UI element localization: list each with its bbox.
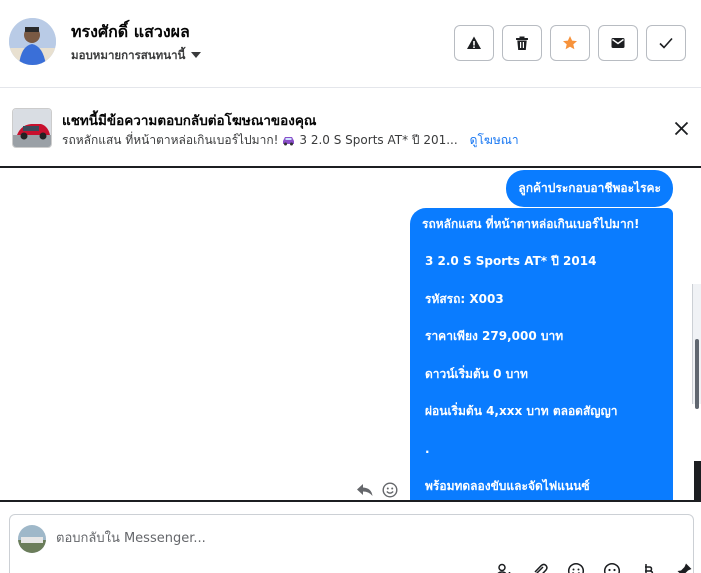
ad-subtitle-suffix: 3 2.0 S Sports AT* ปี 201... — [299, 133, 458, 147]
page-avatar — [18, 525, 46, 553]
delete-button[interactable] — [502, 25, 542, 61]
car-icon — [283, 137, 295, 146]
reply-input[interactable] — [56, 525, 576, 551]
add-person-icon — [497, 563, 511, 573]
ad-banner-title: แชทนี้มีข้อความตอบกลับต่อโฆษณาของคุณ — [62, 113, 317, 129]
message-thread[interactable]: ลูกค้าประกอบอาชีพอะไรคะ รถหลักแสน ที่หน้… — [0, 169, 701, 500]
smiley-icon — [603, 562, 621, 573]
composer-toolbar — [494, 561, 694, 573]
message-line: รหัสรถ: X003 — [425, 291, 504, 306]
star-icon — [563, 36, 577, 50]
header-actions — [454, 25, 686, 61]
reply-composer — [0, 502, 701, 573]
message-bubble[interactable]: รถหลักแสน ที่หน้าตาหล่อเกินเบอร์ไปมาก! 3… — [410, 208, 673, 500]
ad-subtitle-text: รถหลักแสน ที่หน้าตาหล่อเกินเบอร์ไปมาก! — [62, 133, 279, 147]
payment-button[interactable] — [638, 561, 658, 573]
conversation-header: ทรงศักดิ์ แสวงผล มอบหมายการสนทนานี้ — [0, 0, 701, 88]
caret-down-icon — [191, 52, 202, 58]
panel-edge — [694, 461, 701, 500]
pin-button[interactable] — [674, 561, 694, 573]
add-person-button[interactable] — [494, 561, 514, 573]
contact-avatar[interactable] — [9, 18, 56, 65]
mark-unread-button[interactable] — [598, 25, 638, 61]
message-line: 3 2.0 S Sports AT* ปี 2014 — [425, 254, 597, 268]
warning-icon — [467, 36, 481, 49]
emoji-button[interactable] — [566, 561, 586, 573]
check-icon — [659, 37, 673, 49]
message-line: พร้อมทดลองขับและจัดไฟแนนซ์ — [425, 479, 590, 493]
assign-label: มอบหมายการสนทนานี้ — [71, 48, 186, 62]
message-line: ราคาเพียง 279,000 บาท — [425, 329, 564, 343]
pin-icon — [677, 563, 692, 573]
ad-banner-subtitle: รถหลักแสน ที่หน้าตาหล่อเกินเบอร์ไปมาก! 3… — [62, 131, 519, 150]
mail-icon — [611, 38, 625, 48]
trash-icon — [516, 36, 528, 50]
baht-icon — [645, 564, 654, 573]
star-button[interactable] — [550, 25, 590, 61]
ad-thumbnail[interactable] — [12, 108, 52, 148]
thread-scrollbar[interactable] — [692, 284, 701, 409]
assign-conversation-dropdown[interactable]: มอบหมายการสนทนานี้ — [71, 47, 202, 65]
attach-icon — [534, 563, 548, 573]
close-icon — [674, 121, 688, 135]
reply-icon[interactable] — [356, 482, 374, 498]
ad-reply-banner: แชทนี้มีข้อความตอบกลับต่อโฆษณาของคุณ รถห… — [0, 88, 701, 168]
close-banner-button[interactable] — [671, 118, 691, 138]
message-line: ดาวน์เริ่มต้น 0 บาท — [425, 366, 528, 381]
message-line: . — [425, 441, 430, 456]
saved-replies-button[interactable] — [602, 561, 622, 573]
contact-name: ทรงศักดิ์ แสวงผล — [71, 22, 190, 41]
message-line: ผ่อนเริ่มต้น 4,xxx บาท ตลอดสัญญา — [425, 404, 618, 418]
scrollbar-thumb[interactable] — [695, 339, 699, 409]
compose-box — [9, 514, 694, 573]
message-actions — [356, 482, 398, 498]
mark-done-button[interactable] — [646, 25, 686, 61]
report-spam-button[interactable] — [454, 25, 494, 61]
attach-button[interactable] — [530, 561, 550, 573]
emoji-icon — [567, 562, 585, 573]
message-bubble[interactable]: ลูกค้าประกอบอาชีพอะไรคะ — [506, 170, 673, 207]
message-line: รถหลักแสน ที่หน้าตาหล่อเกินเบอร์ไปมาก! — [422, 217, 640, 231]
react-icon[interactable] — [382, 482, 398, 498]
view-ad-link[interactable]: ดูโฆษณา — [470, 131, 519, 150]
